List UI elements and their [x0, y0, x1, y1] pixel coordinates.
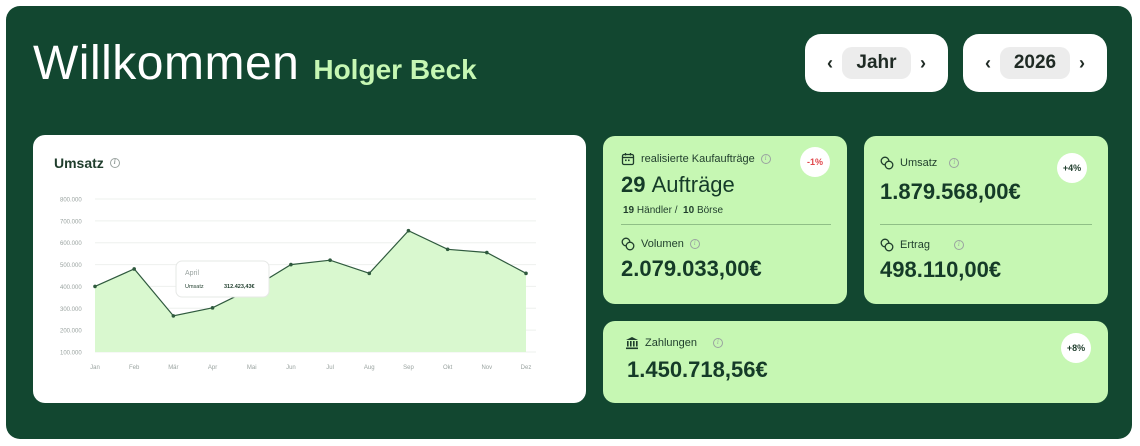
volume-value: 2.079.033,00€: [621, 256, 762, 281]
payments-label-row: Zahlungen i: [625, 336, 723, 350]
x-tick-label: Mär: [168, 365, 178, 371]
revenue-label-row: Umsatz i: [880, 156, 960, 170]
y-tick-label: 300.000: [60, 307, 82, 313]
dashboard-frame: Willkommen Holger Beck ‹ Jahr › ‹ 2026 ›…: [6, 6, 1132, 439]
info-icon[interactable]: i: [760, 154, 771, 164]
period-value[interactable]: Jahr: [842, 47, 911, 79]
data-point: [93, 284, 97, 289]
year-value[interactable]: 2026: [999, 47, 1071, 79]
data-point: [328, 258, 332, 262]
divider: [621, 224, 831, 225]
x-tick-label: Apr: [208, 365, 217, 371]
x-tick-label: Aug: [364, 365, 375, 371]
payments-value: 1.450.718,56€: [627, 357, 768, 382]
orders-change-badge: -1%: [800, 147, 830, 177]
y-tick-label: 600.000: [60, 241, 82, 247]
coins-icon: [621, 237, 635, 251]
welcome-heading: Willkommen Holger Beck: [33, 36, 477, 91]
orders-breakdown: 19 Händler / 10 Börse: [623, 205, 723, 216]
tooltip-label: Umsatz: [185, 284, 204, 290]
payments-change-badge: +8%: [1061, 333, 1091, 363]
volume-label-row: Volumen i: [621, 237, 700, 251]
data-point: [289, 262, 293, 267]
data-point: [485, 250, 489, 255]
orders-count: 29 Aufträge: [621, 172, 735, 198]
coins-icon: [880, 156, 894, 170]
calendar-icon: [621, 153, 635, 166]
y-tick-label: 800.000: [60, 198, 82, 204]
area-fill: [95, 230, 526, 352]
x-tick-label: Okt: [443, 365, 453, 371]
info-icon[interactable]: i: [953, 240, 964, 250]
yield-label: Ertrag: [900, 239, 930, 251]
revenue-value: 1.879.568,00€: [880, 179, 1021, 204]
chevron-right-icon[interactable]: ›: [912, 53, 934, 74]
divider: [880, 224, 1092, 225]
data-point: [524, 271, 528, 276]
tooltip-box: [175, 260, 270, 298]
user-name: Holger Beck: [313, 54, 477, 85]
bank-icon: [626, 337, 638, 350]
yield-label-row: Ertrag i: [880, 238, 964, 252]
data-point: [210, 306, 215, 310]
year-picker: ‹ 2026 ›: [963, 34, 1107, 92]
exchange-label: Börse: [696, 205, 724, 216]
revenue-change-badge: +4%: [1057, 153, 1087, 183]
tooltip-value: 312.423,43€: [224, 284, 255, 290]
x-tick-label: Jan: [90, 365, 100, 371]
payments-label: Zahlungen: [645, 337, 697, 349]
orders-count-value: 29: [621, 172, 646, 197]
info-icon[interactable]: i: [689, 239, 700, 249]
chevron-left-icon[interactable]: ‹: [819, 53, 841, 74]
revenue-chart-card: Umsatz i 100.000 200.000 300.000 400.000 500…: [33, 135, 586, 403]
orders-label: realisierte Kaufaufträge: [641, 153, 755, 165]
x-tick-label: Dez: [521, 365, 532, 371]
y-tick-label: 200.000: [60, 329, 82, 335]
revenue-label: Umsatz: [900, 157, 938, 169]
data-point: [132, 267, 136, 271]
y-tick-label: 100.000: [60, 351, 82, 357]
tooltip-month: April: [185, 270, 199, 277]
orders-count-unit: Aufträge: [651, 172, 735, 197]
chevron-right-icon[interactable]: ›: [1071, 53, 1093, 74]
x-tick-label: Sep: [403, 365, 414, 371]
revenue-card: Umsatz i +4% 1.879.568,00€ Ertrag i 498.…: [864, 136, 1108, 304]
orders-card: realisierte Kaufaufträge i -1% 29 Aufträ…: [603, 136, 847, 304]
x-tick-label: Nov: [481, 365, 492, 371]
chevron-left-icon[interactable]: ‹: [977, 53, 999, 74]
volume-label: Volumen: [641, 238, 684, 250]
payments-card: Zahlungen i +8% 1.450.718,56€: [603, 321, 1108, 403]
data-point: [445, 247, 450, 252]
y-tick-label: 700.000: [60, 219, 82, 225]
info-icon[interactable]: i: [949, 158, 960, 168]
exchange-count: 10: [683, 205, 695, 216]
yield-value: 498.110,00€: [880, 257, 1002, 282]
data-point: [367, 271, 372, 276]
welcome-title: Willkommen: [33, 37, 300, 90]
y-tick-label: 400.000: [60, 285, 82, 291]
x-tick-label: Jun: [286, 365, 296, 371]
x-tick-label: Feb: [129, 365, 140, 371]
orders-label-row: realisierte Kaufaufträge i: [621, 152, 771, 166]
data-point: [406, 228, 411, 233]
coins-icon: [880, 238, 894, 252]
dealers-count: 19: [623, 205, 635, 216]
info-icon[interactable]: i: [713, 338, 723, 348]
period-picker: ‹ Jahr ›: [805, 34, 948, 92]
dealers-label: Händler /: [636, 205, 678, 216]
x-tick-label: Mai: [247, 365, 257, 371]
revenue-chart[interactable]: 100.000 200.000 300.000 400.000 500.000 600.0…: [33, 135, 586, 403]
data-point: [171, 314, 176, 318]
y-tick-label: 500.000: [60, 263, 82, 269]
x-tick-label: Jul: [326, 365, 334, 371]
